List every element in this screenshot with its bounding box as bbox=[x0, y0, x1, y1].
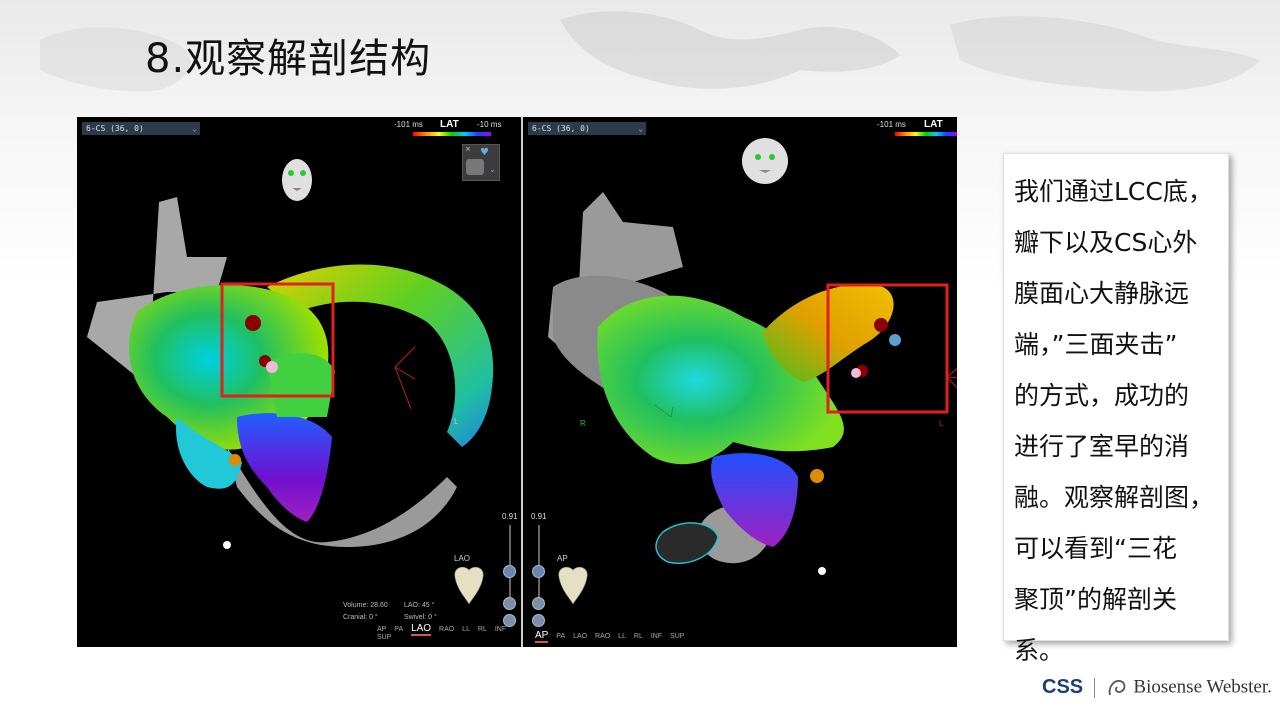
text-line: 我们通过LCC底， bbox=[1014, 177, 1213, 206]
axis-label-r: R bbox=[580, 419, 586, 428]
view-sup[interactable]: SUP bbox=[670, 633, 684, 640]
swivel-label: Swivel: bbox=[404, 614, 427, 621]
view-preset-bar: AP PA LAO RAO LL RL INF SUP bbox=[377, 623, 521, 641]
text-line: 系。 bbox=[1014, 636, 1065, 665]
heart-orientation-icon bbox=[558, 566, 588, 605]
swivel-value: 0 ° bbox=[428, 614, 437, 621]
view-rl[interactable]: RL bbox=[634, 633, 643, 640]
lat-colorbar bbox=[413, 132, 491, 136]
company-logo: CSS Biosense Webster. bbox=[1042, 676, 1272, 704]
view-rao[interactable]: RAO bbox=[439, 626, 454, 633]
lat-min-label: -101 ms bbox=[394, 120, 423, 129]
lat-legend-title: LAT bbox=[924, 119, 943, 130]
view-ll[interactable]: LL bbox=[462, 626, 470, 633]
view-pa[interactable]: PA bbox=[394, 626, 403, 633]
right-map-pane[interactable]: 6-CS (36, 0) ⌄ -101 ms LAT R L 0.91 AP A… bbox=[523, 117, 957, 647]
chevron-down-icon: ⌄ bbox=[638, 124, 643, 133]
logo-brand: Biosense Webster. bbox=[1133, 676, 1272, 698]
map-select-value: 6-CS (36, 0) bbox=[532, 124, 590, 133]
text-line: 膜面心大静脉远 bbox=[1014, 279, 1190, 308]
biosense-emblem-icon bbox=[1109, 679, 1126, 695]
view-ap[interactable]: AP bbox=[535, 630, 549, 643]
heart-orientation-icon bbox=[454, 566, 484, 605]
map-select-dropdown[interactable]: 6-CS (36, 0) ⌄ bbox=[82, 122, 200, 135]
axis-label-l: L bbox=[454, 417, 459, 426]
map-select-value: 6-CS (36, 0) bbox=[86, 124, 144, 133]
display-tool-panel[interactable]: × ♥ ⌄ bbox=[462, 144, 500, 181]
view-inf[interactable]: INF bbox=[651, 633, 662, 640]
left-map-pane[interactable]: 6-CS (36, 0) ⌄ -101 ms LAT -10 ms × ♥ ⌄ … bbox=[77, 117, 521, 647]
view-sup[interactable]: SUP bbox=[377, 634, 391, 641]
view-rao[interactable]: RAO bbox=[595, 633, 610, 640]
text-line: 聚顶”的解剖关 bbox=[1014, 585, 1177, 614]
carto-viewer: 6-CS (36, 0) ⌄ -101 ms LAT -10 ms × ♥ ⌄ … bbox=[77, 117, 957, 647]
orientation-face-icon bbox=[282, 159, 312, 201]
view-ll[interactable]: LL bbox=[618, 633, 626, 640]
chevron-down-icon[interactable]: ⌄ bbox=[489, 165, 496, 174]
orientation-face-icon bbox=[742, 138, 788, 184]
text-line: 的方式，成功的 bbox=[1014, 381, 1190, 410]
lat-colorbar bbox=[895, 132, 957, 136]
cranial-value: 0 ° bbox=[369, 614, 378, 621]
view-inf[interactable]: INF bbox=[495, 626, 506, 633]
axis-label-l: L bbox=[939, 419, 944, 428]
opacity-value: 0.91 bbox=[502, 512, 518, 521]
slide-title: 8.观察解剖结构 bbox=[145, 36, 432, 82]
shading-toggle-button[interactable] bbox=[466, 159, 484, 175]
explanation-textbox: 我们通过LCC底， 瓣下以及CS心外 膜面心大静脉远 端，”三面夹击” 的方式，… bbox=[1003, 153, 1229, 665]
lat-legend-title: LAT bbox=[440, 119, 459, 130]
map-select-dropdown[interactable]: 6-CS (36, 0) ⌄ bbox=[528, 122, 646, 135]
heart-icon: ♥ bbox=[480, 147, 489, 158]
view-ap[interactable]: AP bbox=[377, 626, 386, 633]
rotate-button[interactable] bbox=[532, 597, 545, 610]
slider-thumb[interactable] bbox=[503, 565, 516, 578]
text-line: 进行了室早的消 bbox=[1014, 432, 1190, 461]
lat-max-label: -10 ms bbox=[477, 120, 502, 129]
text-line: 融。观察解剖图， bbox=[1014, 483, 1215, 512]
chevron-down-icon: ⌄ bbox=[192, 124, 197, 133]
lao-value: 45 ° bbox=[421, 602, 435, 609]
volume-value: 28.60 bbox=[370, 602, 388, 609]
view-preset-bar: AP PA LAO RAO LL RL INF SUP bbox=[535, 630, 690, 643]
logo-divider bbox=[1094, 677, 1096, 698]
slider-thumb[interactable] bbox=[532, 565, 545, 578]
text-line: 端，”三面夹击” bbox=[1014, 330, 1178, 359]
logo-css: CSS bbox=[1042, 676, 1084, 698]
close-icon[interactable]: × bbox=[465, 145, 471, 153]
reset-button[interactable] bbox=[532, 614, 545, 627]
lat-min-label: -101 ms bbox=[877, 120, 906, 129]
view-lao[interactable]: LAO bbox=[573, 633, 587, 640]
view-lao[interactable]: LAO bbox=[411, 623, 432, 636]
text-line: 可以看到“三花 bbox=[1014, 534, 1177, 563]
text-line: 瓣下以及CS心外 bbox=[1014, 228, 1198, 257]
view-pa[interactable]: PA bbox=[556, 633, 565, 640]
volume-label: Volume: bbox=[343, 602, 369, 609]
view-rl[interactable]: RL bbox=[478, 626, 487, 633]
opacity-value: 0.91 bbox=[531, 512, 547, 521]
lao-label: LAO: bbox=[404, 602, 420, 609]
rotate-button[interactable] bbox=[503, 597, 516, 610]
cranial-label: Cranial: bbox=[343, 614, 368, 621]
